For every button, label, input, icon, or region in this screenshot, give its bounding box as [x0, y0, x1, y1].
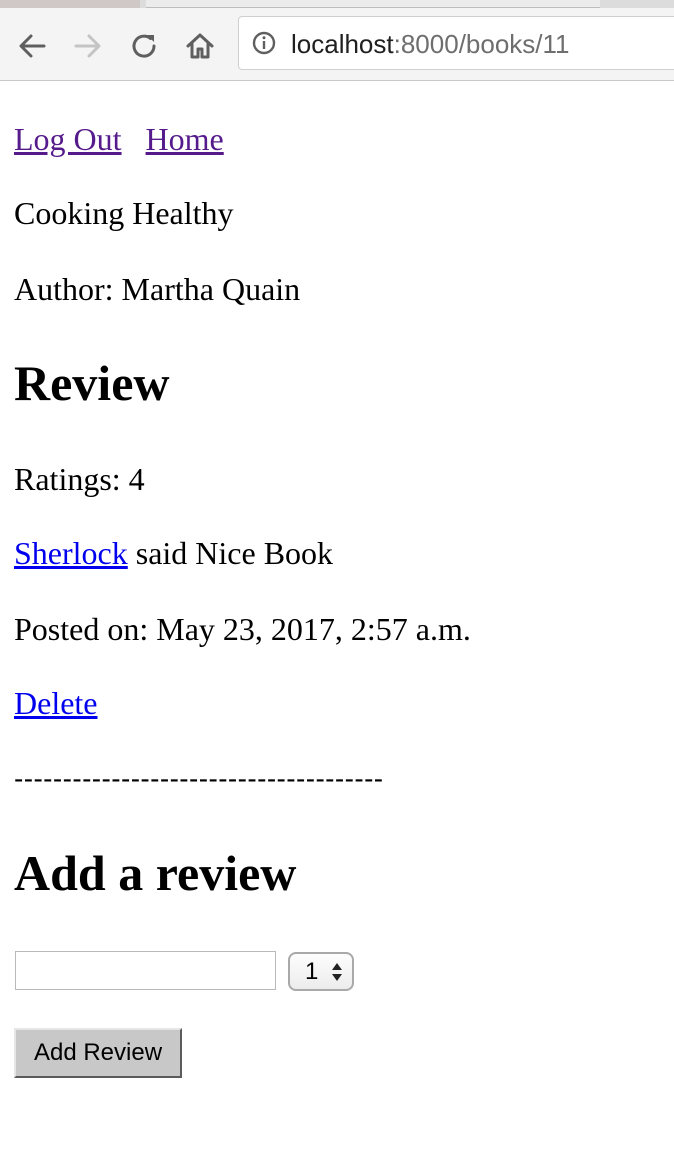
reviewer-link[interactable]: Sherlock: [14, 535, 128, 571]
logout-link[interactable]: Log Out: [14, 121, 122, 157]
add-review-button[interactable]: Add Review: [14, 1028, 182, 1078]
url-path: :8000/books/11: [393, 29, 570, 59]
top-nav: Log Out Home: [14, 120, 224, 158]
url-text[interactable]: localhost:8000/books/11: [291, 27, 570, 61]
separator-line: --------------------------------------: [14, 763, 384, 794]
review-ratings: Ratings: 4: [14, 461, 145, 497]
reload-icon: [132, 34, 156, 58]
browser-tab-active[interactable]: [146, 0, 600, 8]
home-button[interactable]: [182, 28, 218, 64]
info-icon[interactable]: [252, 31, 276, 55]
forward-arrow-icon: [74, 34, 101, 58]
back-button[interactable]: [14, 28, 50, 64]
book-author: Author: Martha Quain: [14, 271, 301, 307]
review-posted-date: Posted on: May 23, 2017, 2:57 a.m.: [14, 611, 471, 647]
book-title: Cooking Healthy: [14, 195, 234, 231]
up-down-arrows-icon: [332, 963, 342, 981]
rating-select[interactable]: 1: [288, 952, 354, 991]
browser-toolbar: localhost:8000/books/11: [0, 8, 674, 81]
home-icon: [186, 33, 214, 59]
tab-strip: [0, 0, 674, 8]
review-text: Sherlock said Nice Book: [14, 534, 333, 572]
reload-button[interactable]: [126, 28, 162, 64]
address-bar[interactable]: localhost:8000/books/11: [238, 16, 674, 70]
review-said-text: said Nice Book: [127, 535, 334, 571]
home-link[interactable]: Home: [146, 121, 224, 157]
delete-review-link[interactable]: Delete: [14, 684, 98, 722]
review-heading: Review: [14, 355, 170, 411]
add-review-heading: Add a review: [14, 845, 297, 901]
url-host: localhost: [291, 29, 394, 59]
back-arrow-icon: [19, 34, 46, 58]
review-text-input[interactable]: [15, 951, 276, 990]
rating-selected-value: 1: [305, 958, 319, 985]
forward-button[interactable]: [70, 28, 106, 64]
browser-tab-inactive[interactable]: [0, 0, 140, 8]
